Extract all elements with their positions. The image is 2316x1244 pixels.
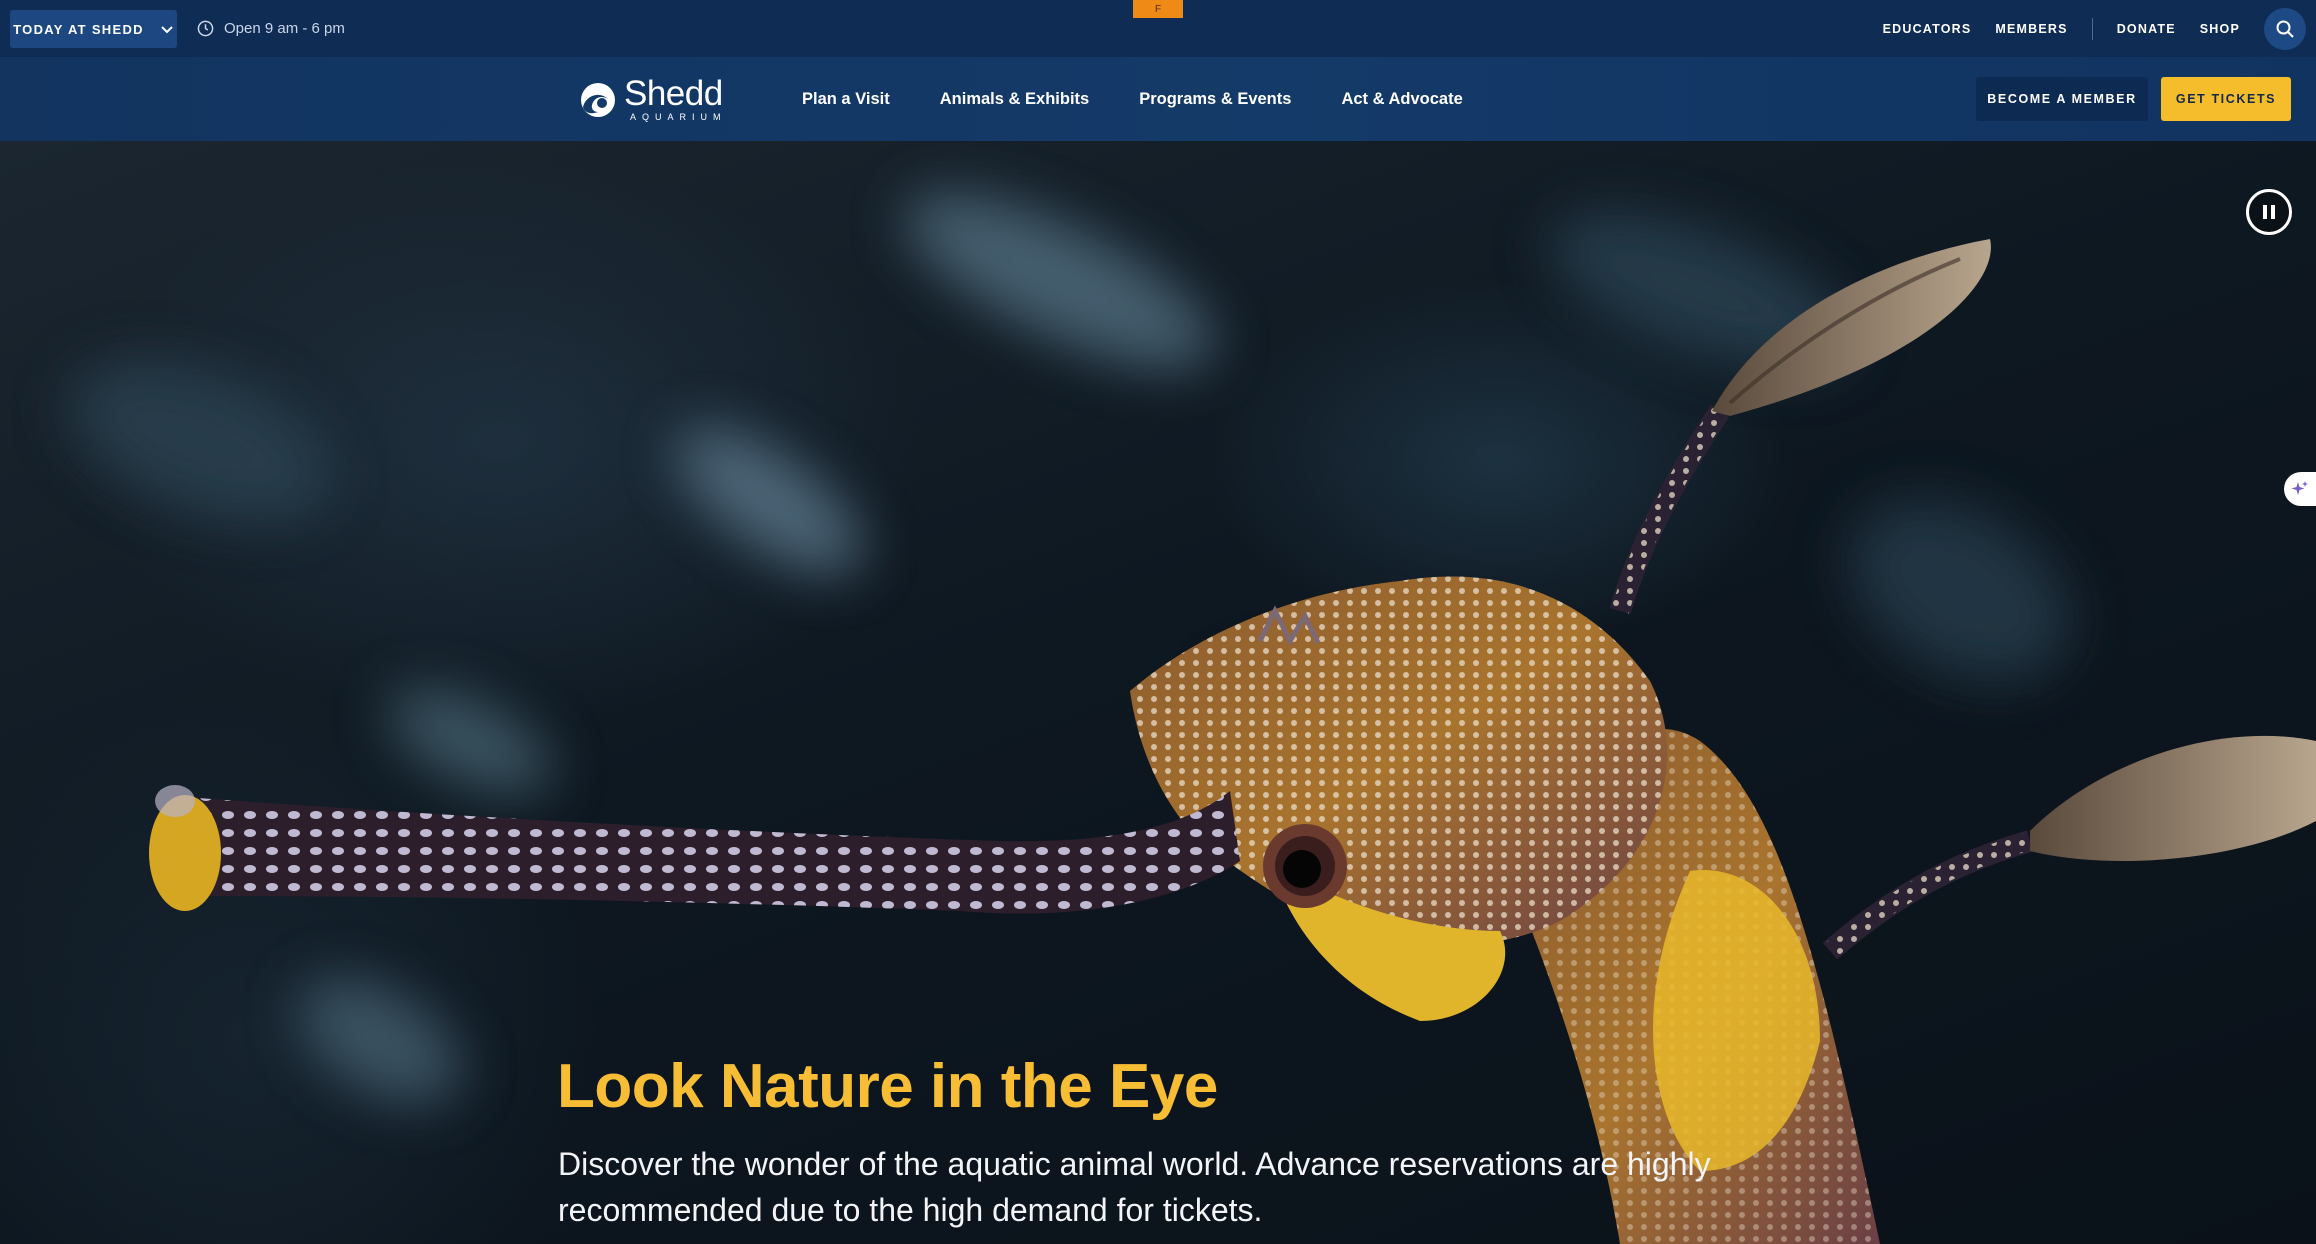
educators-link[interactable]: EDUCATORS (1883, 22, 1972, 36)
nav-plan-a-visit[interactable]: Plan a Visit (802, 90, 890, 109)
donate-link[interactable]: DONATE (2117, 22, 2176, 36)
get-tickets-button[interactable]: GET TICKETS (2161, 77, 2291, 121)
sparkle-icon (2291, 481, 2308, 495)
ai-assistant-tab[interactable] (2284, 472, 2316, 506)
clock-icon (197, 20, 214, 37)
logo-text: Shedd AQUARIUM (624, 76, 727, 122)
nav-programs-events[interactable]: Programs & Events (1139, 90, 1291, 109)
hero-subtitle: Discover the wonder of the aquatic anima… (558, 1146, 1711, 1228)
nav-act-advocate[interactable]: Act & Advocate (1341, 90, 1462, 109)
hero-section: Look Nature in the Eye Discover the wond… (0, 141, 2316, 1244)
nav-animals-exhibits[interactable]: Animals & Exhibits (940, 90, 1089, 109)
shedd-logo[interactable]: Shedd AQUARIUM (578, 75, 727, 123)
hours-text: Open 9 am - 6 pm (224, 20, 345, 37)
shop-link[interactable]: SHOP (2200, 22, 2240, 36)
utility-bar: TODAY AT SHEDD Open 9 am - 6 pm F EDUCAT… (0, 0, 2316, 57)
members-link[interactable]: MEMBERS (1995, 22, 2067, 36)
utility-links: EDUCATORS MEMBERS DONATE SHOP (1859, 0, 2316, 57)
hero-title: Look Nature in the Eye (557, 1052, 1218, 1121)
logo-name: Shedd (624, 74, 723, 113)
chevron-down-icon (161, 26, 173, 34)
feedback-tab-label: F (1154, 3, 1162, 15)
feedback-tab[interactable]: F (1133, 0, 1183, 18)
primary-nav-items: Plan a Visit Animals & Exhibits Programs… (802, 57, 1513, 141)
today-label: TODAY AT SHEDD (13, 21, 144, 37)
opening-hours: Open 9 am - 6 pm (197, 0, 345, 57)
shedd-wave-logo-icon (581, 83, 615, 117)
today-at-shedd-dropdown[interactable]: TODAY AT SHEDD (10, 10, 177, 48)
utility-divider (2091, 17, 2093, 40)
become-a-member-button[interactable]: BECOME A MEMBER (1976, 77, 2148, 121)
pause-icon (2263, 205, 2275, 219)
pause-video-button[interactable] (2246, 189, 2292, 235)
page: TODAY AT SHEDD Open 9 am - 6 pm F EDUCAT… (0, 0, 2316, 1244)
search-button[interactable] (2264, 7, 2306, 50)
logo-subtitle: AQUARIUM (630, 112, 727, 122)
search-icon (2276, 20, 2294, 38)
main-nav: Shedd AQUARIUM Plan a Visit Animals & Ex… (0, 57, 2316, 141)
